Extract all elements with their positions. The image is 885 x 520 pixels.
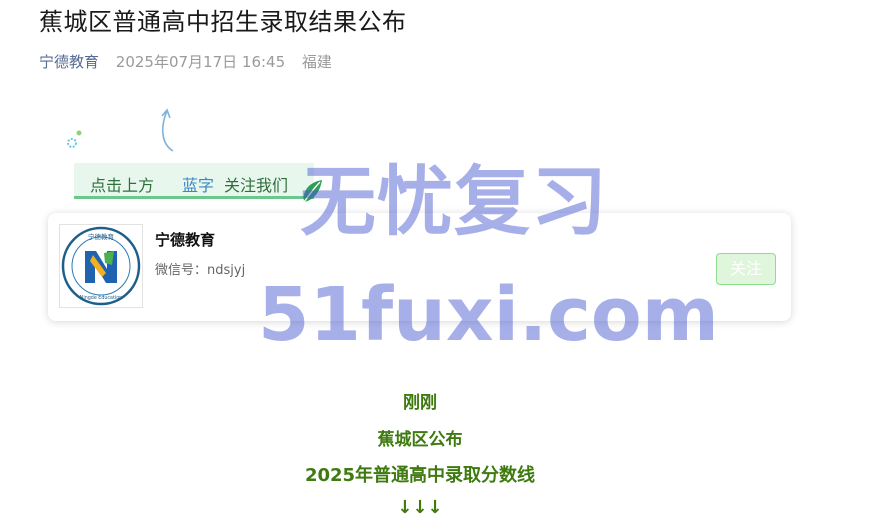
publish-location: 福建	[301, 53, 332, 71]
account-wechat-id: 微信号：ndsjyj	[155, 263, 246, 278]
body-line-3: 2025年普通高中录取分数线	[304, 465, 536, 486]
account-avatar: 宁德教育 Ningde Education	[59, 224, 143, 308]
publish-date: 2025年07月17日 16:45	[115, 53, 286, 71]
curved-arrow-icon	[161, 108, 174, 152]
article-title: 蕉城区普通高中招生录取结果公布	[39, 8, 407, 36]
account-name: 宁德教育	[155, 231, 216, 249]
account-card[interactable]: 宁德教育 Ningde Education 宁德教育 微信号：ndsjyj 关注	[48, 213, 791, 321]
svg-text:Ningde Education: Ningde Education	[80, 295, 122, 301]
svg-text:宁德教育: 宁德教育	[88, 232, 115, 241]
body-line-1: 刚刚	[403, 393, 437, 413]
article-meta: 宁德教育 2025年07月17日 16:45 福建	[39, 51, 332, 72]
follow-banner: 点击上方 蓝字 关注我们	[74, 163, 314, 199]
sparkle-icon	[67, 130, 82, 148]
banner-text-blue: 蓝字	[182, 176, 215, 195]
banner-text-suffix: 关注我们	[224, 176, 289, 195]
follow-button[interactable]: 关注	[716, 253, 776, 285]
body-line-2: 蕉城区公布	[377, 430, 463, 450]
body-line-arrows: ↓↓↓	[397, 497, 443, 518]
leaf-icon	[303, 180, 322, 203]
author-link[interactable]: 宁德教育	[39, 53, 99, 71]
ningde-education-logo: 宁德教育 Ningde Education	[61, 226, 141, 306]
banner-text-prefix: 点击上方	[90, 176, 155, 195]
